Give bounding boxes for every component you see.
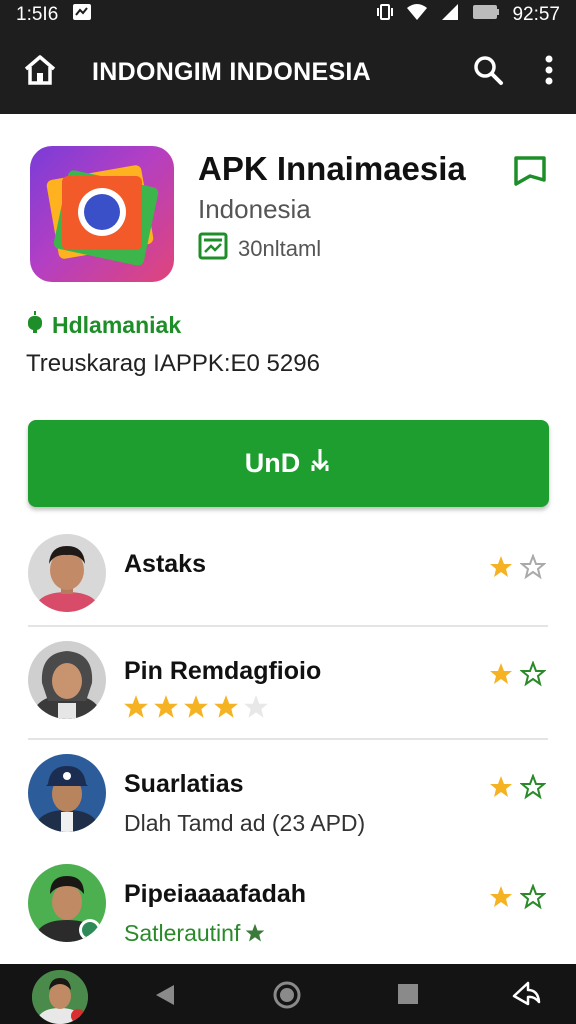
- star-icon: [488, 554, 514, 585]
- app-subtitle: Indonesia: [198, 194, 311, 224]
- review-rating: [488, 553, 547, 585]
- star-outline-icon: [519, 553, 547, 585]
- status-right: 92:57: [376, 3, 560, 27]
- reviews-list: Astaks Pin Remdagfioio Suarlatias Dlah T…: [0, 520, 576, 955]
- avatar: [28, 864, 106, 942]
- bookmark-icon[interactable]: [512, 154, 548, 195]
- download-icon: [308, 446, 332, 481]
- back-icon[interactable]: [152, 982, 178, 1013]
- home-icon[interactable]: [22, 54, 58, 91]
- review-item[interactable]: Pipeiaaaafadah Satlerautinf: [0, 850, 576, 955]
- star-outline-icon: [519, 660, 547, 692]
- app-bar-actions: [472, 54, 554, 91]
- search-icon[interactable]: [472, 54, 504, 91]
- app-bar-title: INDONGIM INDONESIA: [92, 57, 372, 86]
- reviewer-name: Suarlatias: [124, 770, 244, 798]
- android-icon: [26, 310, 44, 340]
- app-bar: INDONGIM INDONESIA: [0, 30, 576, 114]
- status-bar: 1:5I6 92:57: [0, 0, 576, 30]
- more-vert-icon[interactable]: [544, 54, 554, 91]
- star-icon: [488, 661, 514, 692]
- avatar: [28, 534, 106, 612]
- wifi-icon: [406, 3, 428, 27]
- status-time-left: 1:5I6: [16, 4, 59, 25]
- star-icon: [488, 884, 514, 915]
- battery-icon: [472, 3, 500, 27]
- star-icon: [488, 774, 514, 805]
- star-outline-icon: [519, 883, 547, 915]
- app-icon: [30, 146, 174, 282]
- status-left: 1:5I6: [16, 3, 92, 27]
- install-button[interactable]: UnD: [28, 420, 549, 507]
- review-rating: [488, 773, 547, 805]
- developer-name: Hdlamaniak: [52, 311, 182, 338]
- review-sub: Dlah Tamd ad (23 APD): [124, 810, 366, 836]
- developer-row[interactable]: Hdlamaniak: [26, 310, 181, 340]
- star-icon: [212, 693, 240, 726]
- reviewer-name: Astaks: [124, 550, 206, 578]
- app-meta: 30nltaml: [198, 232, 321, 266]
- review-item[interactable]: Suarlatias Dlah Tamd ad (23 APD): [0, 740, 576, 850]
- app-header: APK Innaimaesia Indonesia 30nltaml: [0, 114, 576, 294]
- app-title: APK Innaimaesia: [198, 150, 466, 187]
- star-green-icon: [244, 922, 266, 949]
- review-item[interactable]: Astaks: [0, 520, 576, 627]
- review-sub: Satlerautinf: [124, 920, 241, 946]
- app-meta-text: 30nltaml: [238, 236, 322, 261]
- avatar: [28, 754, 106, 832]
- review-item[interactable]: Pin Remdagfioio: [0, 627, 576, 740]
- navigation-bar: [0, 964, 576, 1024]
- version-text: Treuskarag IAPPK:E0 5296: [26, 350, 320, 377]
- reviewer-name: Pipeiaaaafadah: [124, 880, 307, 908]
- recents-icon[interactable]: [396, 982, 420, 1011]
- status-time-right: 92:57: [512, 4, 560, 25]
- home-circle-icon[interactable]: [272, 980, 302, 1015]
- app-meta-icon: [198, 232, 228, 266]
- star-icon: [152, 693, 180, 726]
- star-icon: [122, 693, 150, 726]
- notification-icon: [72, 3, 92, 27]
- reviewer-name: Pin Remdagfioio: [124, 657, 322, 685]
- screen: 1:5I6 92:57 INDONGIM INDONESIA APK Innai…: [0, 0, 576, 1024]
- install-button-label: UnD: [244, 448, 301, 478]
- star-empty-icon: [242, 693, 270, 726]
- star-icon: [182, 693, 210, 726]
- review-rating: [488, 660, 547, 692]
- vibrate-icon: [376, 3, 394, 27]
- review-rating: [488, 883, 547, 915]
- avatar: [28, 641, 106, 719]
- inline-star-rating: [122, 693, 270, 726]
- profile-avatar[interactable]: [32, 970, 88, 1024]
- share-icon[interactable]: [510, 980, 542, 1015]
- star-outline-icon: [519, 773, 547, 805]
- signal-icon: [440, 3, 460, 27]
